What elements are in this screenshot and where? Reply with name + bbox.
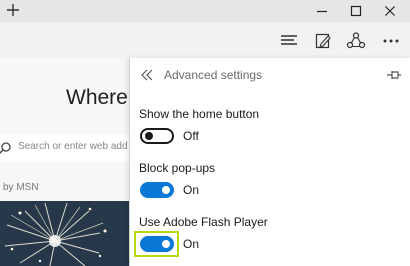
share-icon[interactable] [345,30,367,52]
toggle-state-label: Off [183,129,199,143]
toggle-state-label: On [183,237,200,251]
browser-toolbar [0,22,410,58]
fireworks-image[interactable] [0,201,130,266]
pin-icon[interactable] [386,68,402,82]
advanced-settings-panel: Advanced settings Show the home button O… [129,58,410,266]
search-icon [0,141,12,155]
setting-adobe-flash: Use Adobe Flash Player On [130,214,410,262]
toggle-knob [162,240,170,248]
panel-title: Advanced settings [164,68,263,82]
home-button-toggle[interactable] [140,128,174,144]
back-chevron-icon[interactable] [140,67,154,83]
setting-label: Use Adobe Flash Player [139,215,268,229]
setting-label: Show the home button [139,107,260,121]
setting-label: Block pop-ups [139,161,216,175]
title-bar [0,0,410,22]
minimize-icon[interactable] [312,1,332,21]
adobe-flash-toggle[interactable] [140,236,174,252]
toggle-state-label: On [183,183,200,197]
toggle-knob [145,132,153,140]
setting-block-popups: Block pop-ups On [130,160,410,208]
search-box[interactable]: Search or enter web add [0,134,138,162]
setting-show-home-button: Show the home button Off [130,106,410,154]
web-note-icon[interactable] [312,30,334,52]
block-popups-toggle[interactable] [140,182,174,198]
new-tab-plus-icon[interactable] [4,1,22,19]
hub-icon[interactable] [278,30,300,52]
news-source-label: by MSN [3,182,39,193]
toggle-knob [162,186,170,194]
maximize-icon[interactable] [346,1,366,21]
more-icon[interactable] [380,30,402,52]
search-placeholder: Search or enter web add [18,141,128,152]
close-icon[interactable] [380,1,400,21]
